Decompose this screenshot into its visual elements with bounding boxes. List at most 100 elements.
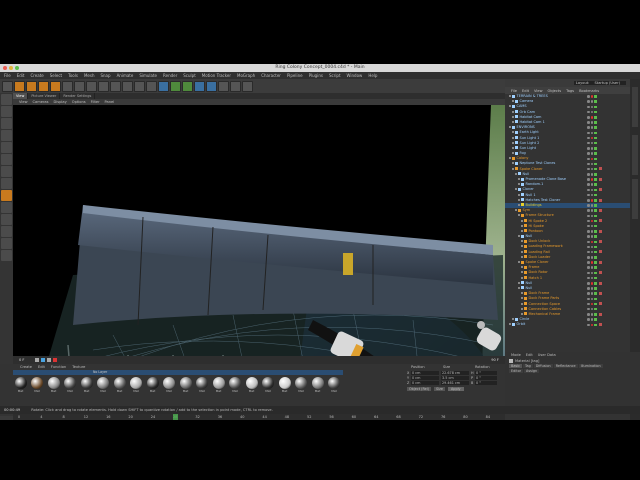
- enabled-check-icon[interactable]: [594, 157, 597, 161]
- menu-item[interactable]: Motion Tracker: [202, 73, 231, 78]
- current-frame-field[interactable]: 0 F: [19, 358, 25, 362]
- menu-item[interactable]: Mesh: [84, 73, 95, 78]
- material-tag-icon[interactable]: [599, 188, 602, 192]
- scale-icon[interactable]: [38, 80, 49, 92]
- material-swatch[interactable]: Mat: [261, 377, 276, 393]
- expand-toggle-icon[interactable]: [509, 157, 511, 160]
- menu-item[interactable]: Pipeline: [287, 73, 303, 78]
- render-visibility-dot[interactable]: [590, 240, 593, 244]
- go-to-end-icon[interactable]: [46, 358, 51, 362]
- render-visibility-dot[interactable]: [590, 173, 593, 176]
- viewport-menu-item[interactable]: View: [19, 100, 28, 104]
- render-visibility-dot[interactable]: [590, 297, 593, 301]
- material-swatch[interactable]: Mat: [277, 377, 292, 393]
- material-swatch[interactable]: Mat: [63, 377, 78, 393]
- material-swatch[interactable]: Mat: [327, 377, 342, 393]
- enabled-check-icon[interactable]: [594, 131, 597, 135]
- render-visibility-dot[interactable]: [590, 121, 593, 124]
- render-visibility-dot[interactable]: [590, 313, 593, 316]
- render-visibility-dot[interactable]: [590, 167, 593, 171]
- editor-visibility-dot[interactable]: [587, 178, 590, 181]
- expand-toggle-icon[interactable]: [518, 193, 520, 196]
- snap-icon[interactable]: [1, 214, 12, 225]
- material-menu-item[interactable]: Texture: [72, 365, 85, 369]
- material-tag-icon[interactable]: [599, 208, 602, 212]
- enabled-check-icon[interactable]: [594, 276, 597, 280]
- viewport-menu-item[interactable]: Filter: [91, 100, 100, 104]
- material-tag-icon[interactable]: [599, 198, 602, 202]
- render-visibility-dot[interactable]: [590, 126, 593, 129]
- polygons-mode-icon[interactable]: [1, 166, 12, 177]
- enabled-check-icon[interactable]: [594, 183, 597, 186]
- editor-visibility-dot[interactable]: [587, 136, 590, 140]
- material-swatch[interactable]: Mat: [294, 377, 309, 393]
- menu-item[interactable]: Plugins: [309, 73, 323, 78]
- attribute-menu-item[interactable]: Mode: [511, 353, 521, 357]
- enabled-check-icon[interactable]: [594, 302, 597, 306]
- enabled-check-icon[interactable]: [594, 287, 597, 290]
- enabled-check-icon[interactable]: [594, 214, 597, 218]
- uv-mode-icon[interactable]: [1, 178, 12, 189]
- rotation-field[interactable]: 0 °: [475, 375, 497, 380]
- material-swatch[interactable]: Mat: [129, 377, 144, 393]
- enabled-check-icon[interactable]: [594, 245, 597, 249]
- editor-visibility-dot[interactable]: [587, 313, 590, 316]
- objects-side-tab[interactable]: [632, 87, 638, 127]
- render-visibility-dot[interactable]: [590, 178, 593, 181]
- expand-toggle-icon[interactable]: [509, 323, 511, 326]
- render-visibility-dot[interactable]: [590, 152, 593, 155]
- attribute-menu-item[interactable]: User Data: [538, 353, 556, 357]
- attribute-subtab[interactable]: Editor: [509, 369, 524, 373]
- size-field[interactable]: 3.5 cm: [441, 375, 469, 380]
- expand-toggle-icon[interactable]: [521, 219, 523, 222]
- render-visibility-dot[interactable]: [590, 209, 593, 212]
- editor-visibility-dot[interactable]: [587, 219, 590, 223]
- object-manager-menu-item[interactable]: Bookmarks: [579, 89, 599, 93]
- enabled-check-icon[interactable]: [594, 313, 597, 316]
- enabled-check-icon[interactable]: [594, 250, 597, 254]
- enabled-check-icon[interactable]: [594, 204, 597, 207]
- edges-mode-icon[interactable]: [1, 154, 12, 165]
- material-swatch[interactable]: Mat: [195, 377, 210, 393]
- editor-visibility-dot[interactable]: [587, 188, 590, 192]
- enabled-check-icon[interactable]: [594, 110, 597, 114]
- size-field[interactable]: 29.461 cm: [441, 380, 469, 385]
- enabled-check-icon[interactable]: [594, 100, 597, 103]
- expand-toggle-icon[interactable]: [512, 167, 514, 170]
- editor-visibility-dot[interactable]: [587, 276, 590, 280]
- size-field[interactable]: 22.678 cm: [441, 370, 469, 375]
- render-visibility-dot[interactable]: [590, 214, 593, 218]
- axis-mode-icon[interactable]: [1, 130, 12, 141]
- model-mode-icon[interactable]: [1, 106, 12, 117]
- render-visibility-dot[interactable]: [590, 188, 593, 192]
- menu-item[interactable]: Tools: [68, 73, 78, 78]
- expand-toggle-icon[interactable]: [512, 131, 514, 134]
- enabled-check-icon[interactable]: [594, 318, 597, 321]
- render-visibility-dot[interactable]: [590, 235, 593, 238]
- render-visibility-dot[interactable]: [590, 245, 593, 249]
- render-visibility-dot[interactable]: [590, 250, 593, 254]
- material-tag-icon[interactable]: [599, 177, 602, 181]
- menu-item[interactable]: Window: [347, 73, 363, 78]
- editor-visibility-dot[interactable]: [587, 131, 590, 135]
- rotation-field[interactable]: 0 °: [475, 370, 497, 375]
- undo-icon[interactable]: [2, 80, 13, 92]
- coordinate-system-icon[interactable]: [110, 80, 121, 92]
- editor-visibility-dot[interactable]: [587, 162, 590, 166]
- expand-toggle-icon[interactable]: [512, 141, 514, 144]
- enabled-check-icon[interactable]: [594, 152, 597, 155]
- enabled-check-icon[interactable]: [594, 209, 597, 212]
- material-tag-icon[interactable]: [599, 167, 602, 171]
- menu-item[interactable]: Character: [261, 73, 281, 78]
- render-visibility-dot[interactable]: [590, 136, 593, 140]
- expand-toggle-icon[interactable]: [518, 178, 520, 180]
- material-tag-icon[interactable]: [599, 302, 602, 306]
- attribute-tab[interactable]: Diffusion: [533, 364, 553, 368]
- zoom-window-button[interactable]: [15, 66, 19, 70]
- expand-toggle-icon[interactable]: [512, 115, 514, 118]
- menu-item[interactable]: Edit: [17, 73, 25, 78]
- enabled-check-icon[interactable]: [594, 307, 597, 311]
- enable-axis-icon[interactable]: [1, 190, 12, 201]
- move-icon[interactable]: [26, 80, 37, 92]
- material-swatch[interactable]: Mat: [178, 377, 193, 393]
